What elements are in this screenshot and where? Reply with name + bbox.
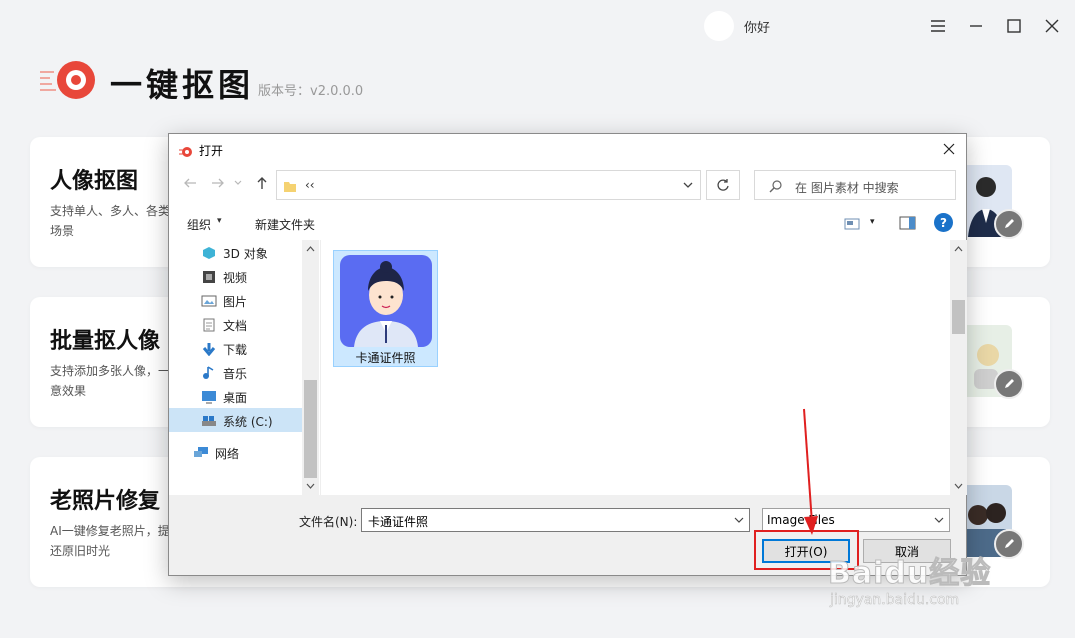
tree-item-label: 网络 <box>215 447 240 461</box>
video-icon <box>201 269 217 283</box>
tree-item-music[interactable]: 音乐 <box>169 360 301 384</box>
scroll-down-icon[interactable] <box>306 483 315 489</box>
pictures-icon <box>201 293 217 307</box>
help-icon[interactable]: ? <box>934 213 953 232</box>
up-arrow-icon[interactable] <box>251 172 273 194</box>
3d-objects-icon <box>201 245 217 259</box>
forward-arrow-icon[interactable] <box>207 172 229 194</box>
tree-item-label: 文档 <box>223 319 248 333</box>
music-icon <box>201 365 217 379</box>
baidu-watermark: Baidu经验 jingyan.baidu.com <box>827 548 1028 618</box>
drive-icon <box>201 413 217 427</box>
tree-scrollbar-thumb[interactable] <box>304 380 317 478</box>
edit-icon[interactable] <box>994 369 1024 399</box>
close-icon[interactable] <box>1038 12 1066 40</box>
tree-item-label: 视频 <box>223 271 248 285</box>
address-path: ‹‹ <box>305 178 315 192</box>
recent-locations-icon[interactable] <box>231 172 245 194</box>
search-box[interactable]: 在 图片素材 中搜索 <box>754 170 956 200</box>
file-name: 卡通证件照 <box>355 351 416 365</box>
chevron-down-icon[interactable] <box>680 177 696 193</box>
file-thumbnail <box>340 255 432 347</box>
chevron-down-icon[interactable] <box>732 513 746 527</box>
filename-value: 卡通证件照 <box>368 515 429 529</box>
scroll-down-icon[interactable] <box>954 483 963 489</box>
tree-item-label: 音乐 <box>223 367 248 381</box>
desktop-icon <box>201 389 217 404</box>
dialog-title: 打开 <box>199 144 224 158</box>
tree-item-video[interactable]: 视频 <box>169 264 301 288</box>
filename-input[interactable]: 卡通证件照 <box>361 508 750 532</box>
app-logo-icon <box>38 58 98 102</box>
file-list-scrollbar-thumb[interactable] <box>952 300 965 334</box>
app-topbar: 你好 <box>0 0 1075 52</box>
app-version: 版本号：v2.0.0.0 <box>258 84 364 99</box>
card-desc: 支持单人、多人、各类场景 <box>50 204 171 238</box>
address-bar[interactable]: ‹‹ <box>276 170 701 200</box>
navigation-tree: 3D 对象 视频 图片 文档 下载 音乐 桌面 系统 (C:) 网络 <box>169 240 319 495</box>
back-arrow-icon[interactable] <box>179 172 201 194</box>
tree-item-pictures[interactable]: 图片 <box>169 288 301 312</box>
view-mode-icon[interactable] <box>844 216 862 235</box>
tree-scrollbar[interactable] <box>302 240 319 495</box>
minimize-icon[interactable] <box>962 12 990 40</box>
tree-item-label: 3D 对象 <box>223 247 268 261</box>
open-file-dialog: 打开 ‹‹ 在 图片素材 中搜索 组织 ▾ 新建文件夹 ▾ ? 3D 对象 视频… <box>168 133 967 576</box>
card-desc: 支持添加多张人像，一意效果 <box>50 364 171 398</box>
avatar[interactable] <box>704 11 734 41</box>
tree-item-downloads[interactable]: 下载 <box>169 336 301 360</box>
tree-item-network[interactable]: 网络 <box>169 440 301 464</box>
menu-icon[interactable] <box>924 12 952 40</box>
edit-icon[interactable] <box>994 209 1024 239</box>
tree-item-label: 图片 <box>223 295 248 309</box>
file-list-scrollbar[interactable] <box>950 240 967 495</box>
tree-item-desktop[interactable]: 桌面 <box>169 384 301 408</box>
tree-item-label: 桌面 <box>223 391 248 405</box>
search-icon <box>769 178 783 197</box>
card-desc: AI一键修复老照片，提还原旧时光 <box>50 524 170 558</box>
refresh-icon[interactable] <box>706 170 740 200</box>
dialog-toolbar: 组织 ▾ 新建文件夹 ▾ ? <box>169 210 966 238</box>
preview-pane-icon[interactable] <box>899 215 917 235</box>
tree-item-documents[interactable]: 文档 <box>169 312 301 336</box>
dialog-close-icon[interactable] <box>938 138 960 160</box>
tree-item-label: 下载 <box>223 343 248 357</box>
red-arrow-annotation <box>803 408 818 535</box>
organize-button[interactable]: 组织 <box>187 216 211 233</box>
new-folder-button[interactable]: 新建文件夹 <box>255 216 315 233</box>
tree-item-label: 系统 (C:) <box>223 415 273 429</box>
file-item[interactable]: 卡通证件照 <box>333 250 438 367</box>
view-mode-caret[interactable]: ▾ <box>870 217 875 227</box>
card-title: 人像抠图 <box>50 169 139 194</box>
dialog-app-icon <box>179 143 193 157</box>
network-icon <box>193 445 209 459</box>
file-list: 卡通证件照 <box>320 240 950 495</box>
card-title: 批量抠人像 <box>50 329 161 354</box>
scroll-up-icon[interactable] <box>306 246 315 252</box>
watermark-url: jingyan.baidu.com <box>830 592 960 609</box>
folder-icon <box>283 178 297 192</box>
chevron-down-icon[interactable] <box>932 513 946 527</box>
greeting-text[interactable]: 你好 <box>744 17 770 36</box>
app-brand-name: 一键抠图 <box>110 66 255 104</box>
card-title: 老照片修复 <box>50 489 161 514</box>
search-placeholder: 在 图片素材 中搜索 <box>795 181 899 195</box>
organize-caret[interactable]: ▾ <box>217 216 222 226</box>
scroll-up-icon[interactable] <box>954 246 963 252</box>
maximize-icon[interactable] <box>1000 12 1028 40</box>
tree-item-3d-objects[interactable]: 3D 对象 <box>169 240 301 264</box>
filename-label: 文件名(N): <box>299 515 358 529</box>
documents-icon <box>201 317 217 332</box>
download-icon <box>201 341 217 357</box>
watermark-brand: Baidu经验 <box>827 556 992 592</box>
tree-item-system-drive[interactable]: 系统 (C:) <box>169 408 302 432</box>
